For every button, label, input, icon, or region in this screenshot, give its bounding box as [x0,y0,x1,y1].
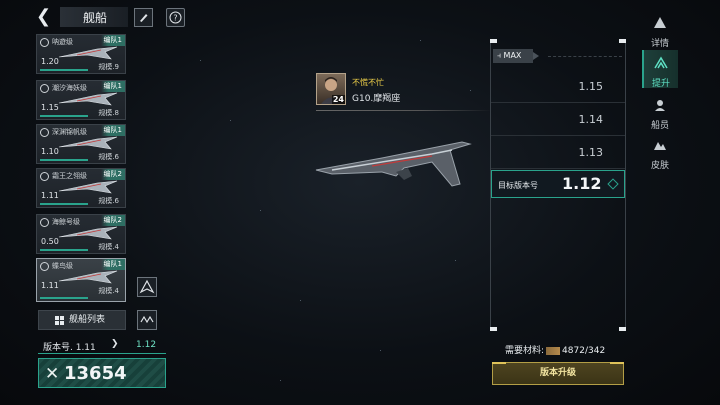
ship-version: 1.10 [41,147,59,156]
version-option-label: 1.14 [578,113,604,126]
ship-scale: 规模.6 [98,197,119,205]
flame-icon [40,84,49,93]
brush-button[interactable] [134,8,153,27]
chevron-right-icon: ❯ [111,339,119,349]
ship-card[interactable]: 蝶鸟级 编队1 1.11 规模.4 [36,258,126,302]
materials-label: 需要材料: [505,346,545,356]
upgrade-button[interactable]: 版本升级 [492,362,624,385]
upgrade-icon [654,56,668,69]
grid-icon [55,316,64,325]
target-version-label: 目标版本号 [498,181,538,190]
ship-version: 1.15 [41,103,59,112]
ship-version: 1.20 [41,57,59,66]
material-icon [546,346,561,355]
target-version-value: 1.12 [562,174,602,193]
ship-card[interactable]: 深渊锦帆级 编队1 1.10 规模.6 [36,124,126,164]
page-title: 舰船 [83,11,108,25]
nav-crew[interactable]: 船员 [642,92,678,131]
progress-bar [40,203,88,205]
ship-thumbnail-image [58,180,118,194]
ship-card[interactable]: 潮汐海妖级 编队1 1.15 规模.8 [36,80,126,120]
crossed-swords-icon: ✕ [45,364,60,384]
version-option[interactable]: 1.14 [491,103,625,136]
fleet-icon [139,279,155,294]
ship-version: 1.11 [41,281,59,290]
info-icon [654,17,666,28]
ship-card[interactable]: 海鲸号级 编队2 0.50 规模.4 [36,214,126,254]
ship-thumbnail-image [58,270,118,284]
ship-thumbnail-image [58,136,118,150]
nav-details[interactable]: 详情 [642,10,678,49]
help-icon: ? [169,11,182,24]
ship-scale: 规模.6 [98,153,119,161]
ship-thumbnail-image [58,226,118,240]
ship-thumbnail-image [58,92,118,106]
circle-x-icon [40,38,49,47]
divider [548,56,622,57]
ship-card[interactable]: 霜王之翎级 编队2 1.11 规模.6 [36,168,126,208]
version-option[interactable]: 1.13 [491,136,625,169]
ship-list-button-label: 舰船列表 [69,315,106,325]
brush-icon [140,14,148,22]
ship-version: 0.50 [41,237,59,246]
nav-label: 详情 [650,39,669,49]
ship-version: 1.11 [41,191,59,200]
next-version: 1.12 [136,340,157,350]
materials-row: 需要材料: 4872/342 [505,343,605,356]
power-display: ✕ 13654 [38,358,166,388]
captain-name: 不慌不忙 [352,78,384,87]
flame-icon [40,172,49,181]
nav-label: 提升 [651,79,670,89]
circle-x-icon [40,128,49,137]
ship-thumbnail-image [58,46,118,60]
wave-icon [140,315,154,324]
progress-bar [40,115,88,117]
max-version-tag: ⫞ MAX [493,49,539,63]
progress-bar [40,69,88,71]
diamond-icon [607,178,619,190]
compare-button[interactable] [137,310,157,330]
current-version: 版本号. 1.11 [43,343,96,353]
flame-icon [40,262,49,271]
version-option-label: 1.15 [578,80,604,93]
ship-scale: 规模.9 [98,63,119,71]
nav-label: 船员 [650,121,669,131]
divider [316,110,492,111]
materials-have: 4872 [562,346,585,356]
captain-avatar[interactable]: 24 [316,73,346,105]
version-summary: 版本号. 1.11 ❯ 1.12 [38,337,166,354]
ship-scale: 规模.4 [98,243,119,251]
ship-list-button[interactable]: 舰船列表 [38,310,126,330]
materials-need: /342 [584,346,606,356]
fleet-assign-button[interactable] [137,277,157,297]
progress-bar [40,297,88,299]
crew-icon [655,100,665,111]
progress-bar [40,249,88,251]
captain-location: G10.摩羯座 [352,94,401,104]
ship-scale: 规模.8 [98,109,119,117]
progress-bar [40,159,88,161]
version-option-label: 1.13 [578,146,604,159]
captain-level: 24 [331,95,345,104]
ship-scale: 规模.4 [98,287,119,295]
skin-icon [654,142,666,150]
help-button[interactable]: ? [166,8,185,27]
nav-skin[interactable]: 皮肤 [642,132,678,171]
power-value: 13654 [64,363,127,384]
svg-text:?: ? [173,14,177,23]
flame-icon [40,218,49,227]
ship-model-image[interactable] [312,128,472,190]
back-arrow-icon[interactable]: ❮ [36,8,56,26]
pin-icon: ⫞ [497,51,501,60]
max-label: MAX [503,51,522,60]
ship-card[interactable]: 呐遊级 编队1 1.20 规模.9 [36,34,126,74]
version-option[interactable]: 1.15 [491,70,625,103]
target-version-row[interactable]: 目标版本号 1.12 [491,170,625,198]
nav-label: 皮肤 [650,161,669,171]
nav-upgrade[interactable]: 提升 [642,50,678,89]
